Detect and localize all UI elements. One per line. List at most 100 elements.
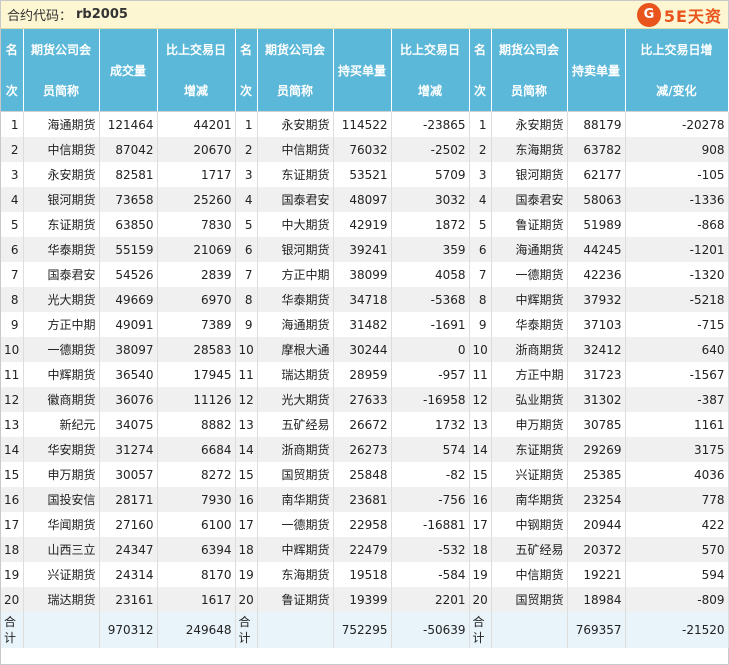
member-cell: 方正中期 (491, 362, 568, 387)
volume-change-cell: 28583 (157, 337, 236, 362)
member-cell: 申万期货 (491, 412, 568, 437)
member-cell: 中钢期货 (491, 512, 568, 537)
member-cell: 永安期货 (257, 111, 334, 137)
volume-cell: 24314 (99, 562, 158, 587)
volume-change-cell: 1617 (157, 587, 236, 612)
volume-change-cell: 7830 (157, 212, 236, 237)
member-cell: 华安期货 (23, 437, 100, 462)
short-cell: 30785 (567, 412, 626, 437)
rank-cell: 5 (235, 212, 258, 237)
member-cell: 徽商期货 (23, 387, 100, 412)
member-cell: 国贸期货 (491, 587, 568, 612)
short-cell: 29269 (567, 437, 626, 462)
rank-cell: 3 (235, 162, 258, 187)
long-cell: 26672 (333, 412, 392, 437)
member-cell: 东证期货 (491, 437, 568, 462)
rank-cell: 11 (469, 362, 492, 387)
member-cell: 东海期货 (257, 562, 334, 587)
total-long-change: -50639 (391, 612, 470, 648)
long-cell: 23681 (333, 487, 392, 512)
member-cell: 海通期货 (491, 237, 568, 262)
short-cell: 58063 (567, 187, 626, 212)
logo-text: 5E天资 (663, 7, 722, 26)
member-cell: 海通期货 (23, 111, 100, 137)
contract-code: rb2005 (76, 7, 128, 22)
member-cell: 南华期货 (257, 487, 334, 512)
long-change-cell: -16958 (391, 387, 470, 412)
member-col-header[interactable]: 期货公司会 员简称 (257, 29, 334, 112)
rank-cell: 14 (469, 437, 492, 462)
member-cell: 五矿经易 (491, 537, 568, 562)
table-row: 3 永安期货 82581 1717 3 东证期货 53521 5709 3 银河期货 62177 -1… (1, 162, 729, 187)
rank-cell: 15 (469, 462, 492, 487)
long-cell: 30244 (333, 337, 392, 362)
volume-change-cell: 20670 (157, 137, 236, 162)
member-cell: 银河期货 (257, 237, 334, 262)
rank-cell: 17 (235, 512, 258, 537)
member-cell: 浙商期货 (491, 337, 568, 362)
totals-row: 合计 970312 249648 合计 752295 -50639 合计 769… (1, 612, 729, 648)
rank-col-header[interactable]: 名次 (1, 29, 24, 112)
short-change-cell: 594 (625, 562, 729, 587)
volume-change-col-header[interactable]: 比上交易日 增减 (157, 29, 236, 112)
rank-cell: 2 (235, 137, 258, 162)
rank-cell: 12 (469, 387, 492, 412)
long-cell: 38099 (333, 262, 392, 287)
short-cell: 62177 (567, 162, 626, 187)
long-cell: 114522 (333, 111, 392, 137)
member-cell: 新纪元 (23, 412, 100, 437)
long-cell: 28959 (333, 362, 392, 387)
rank-cell: 13 (235, 412, 258, 437)
short-cell: 25385 (567, 462, 626, 487)
member-cell: 摩根大通 (257, 337, 334, 362)
table-row: 14 华安期货 31274 6684 14 浙商期货 26273 574 14 东证期货 29269… (1, 437, 729, 462)
member-cell: 光大期货 (257, 387, 334, 412)
rank-cell: 11 (235, 362, 258, 387)
member-cell: 东证期货 (23, 212, 100, 237)
header-text: 持买单量 (337, 63, 386, 78)
member-cell: 中信期货 (257, 137, 334, 162)
long-cell: 19399 (333, 587, 392, 612)
short-change-cell: -5218 (625, 287, 729, 312)
rank-cell: 10 (1, 337, 24, 362)
table-row: 12 徽商期货 36076 11126 12 光大期货 27633 -16958 12 弘业期货 3… (1, 387, 729, 412)
short-cell: 37103 (567, 312, 626, 337)
short-cell: 63782 (567, 137, 626, 162)
rank-cell: 20 (235, 587, 258, 612)
volume-change-cell: 25260 (157, 187, 236, 212)
site-logo[interactable]: G 5E天资 (636, 3, 722, 27)
short-change-cell: 570 (625, 537, 729, 562)
volume-col-header[interactable]: 成交量 (99, 29, 158, 112)
volume-cell: 30057 (99, 462, 158, 487)
member-cell: 兴证期货 (23, 562, 100, 587)
long-col-header[interactable]: 持买单量 (333, 29, 392, 112)
ranking-table: 名次期货公司会 员简称 成交量 比上交易日 增减名次期货公司会 员简称 持买单量 比上交易日增… (1, 29, 729, 648)
volume-cell: 87042 (99, 137, 158, 162)
volume-change-cell: 7389 (157, 312, 236, 337)
member-cell: 方正中期 (257, 262, 334, 287)
totals-label: 合计 (235, 612, 258, 648)
rank-cell: 2 (469, 137, 492, 162)
member-cell: 海通期货 (257, 312, 334, 337)
table-row: 1 海通期货 121464 44201 1 永安期货 114522 -23865 1 永安期货 88… (1, 111, 729, 137)
table-row: 10 一德期货 38097 28583 10 摩根大通 30244 0 10 浙商期货 32412 6… (1, 337, 729, 362)
rank-col-header[interactable]: 名次 (235, 29, 258, 112)
rank-cell: 1 (235, 111, 258, 137)
member-col-header[interactable]: 期货公司会 员简称 (23, 29, 100, 112)
short-col-header[interactable]: 持卖单量 (567, 29, 626, 112)
member-cell: 国泰君安 (491, 187, 568, 212)
long-change-cell: -532 (391, 537, 470, 562)
header-text: 比上交易日 (165, 43, 226, 57)
member-col-header[interactable]: 期货公司会 员简称 (491, 29, 568, 112)
rank-col-header[interactable]: 名次 (469, 29, 492, 112)
short-change-col-header[interactable]: 比上交易日增 减/变化 (625, 29, 729, 112)
long-change-col-header[interactable]: 比上交易日 增减 (391, 29, 470, 112)
member-cell: 银河期货 (23, 187, 100, 212)
total-short: 769357 (567, 612, 626, 648)
totals-blank (257, 612, 334, 648)
member-cell: 山西三立 (23, 537, 100, 562)
long-change-cell: 0 (391, 337, 470, 362)
member-cell: 南华期货 (491, 487, 568, 512)
long-cell: 39241 (333, 237, 392, 262)
short-cell: 31723 (567, 362, 626, 387)
